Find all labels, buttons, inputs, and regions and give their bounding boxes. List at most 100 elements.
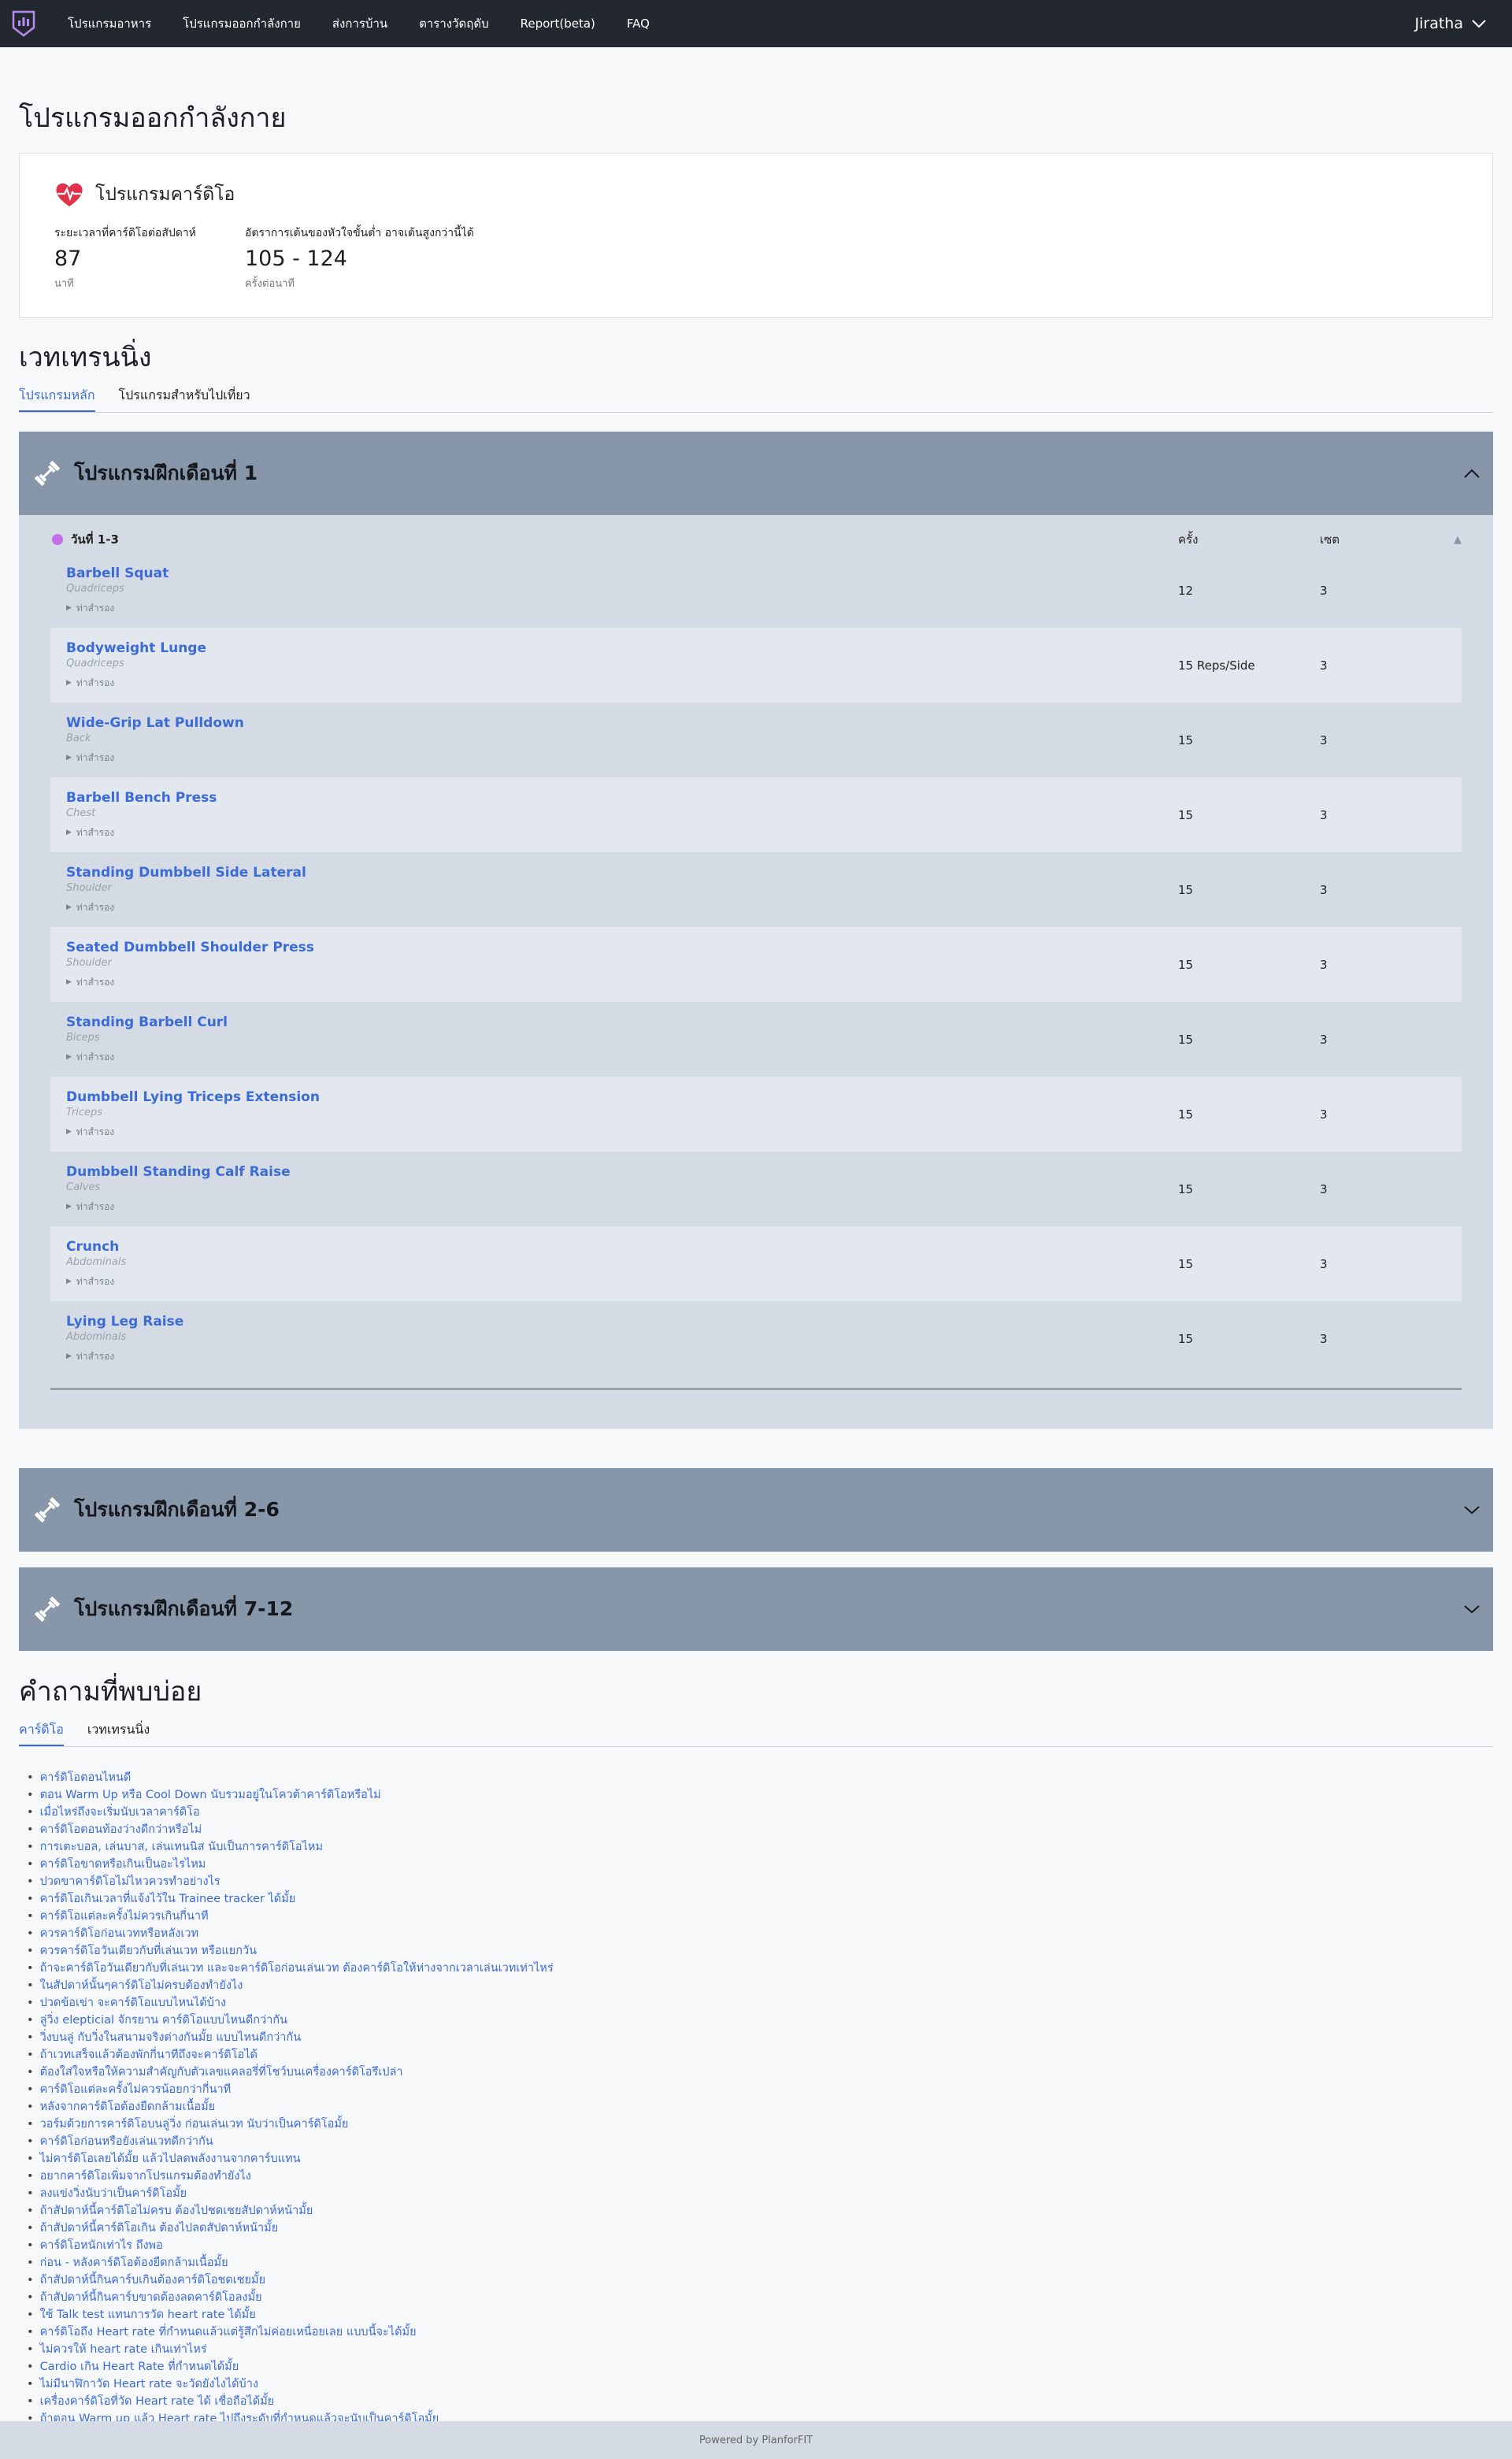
faq-item-link[interactable]: ลู่วิ่ง elepticial จักรยาน คาร์ดิโอแบบไห… — [27, 2012, 1493, 2029]
faq-item-link[interactable]: ลงแข่งวิ่งนับว่าเป็นคาร์ดิโอมั้ย — [27, 2185, 1493, 2202]
month-7-12-header[interactable]: โปรแกรมฝึกเดือนที่ 7-12 — [19, 1567, 1493, 1651]
tab-travel-program[interactable]: โปรแกรมสำหรับไปเที่ยว — [119, 386, 250, 412]
faq-item-link[interactable]: คาร์ดิโอขาดหรือเกินเป็นอะไรไหม — [27, 1856, 1493, 1873]
faq-item-link[interactable]: ต้องใส่ใจหรือให้ความสำคัญกับตัวเลขแคลอรี… — [27, 2064, 1493, 2081]
faq-item-link[interactable]: ก่อน - หลังคาร์ดิโอต้องยืดกล้ามเนื้อมั้ย — [27, 2254, 1493, 2272]
faq-item-link[interactable]: ปวดขาคาร์ดิโอไม่ไหวควรทำอย่างไร — [27, 1873, 1493, 1890]
faq-item-link[interactable]: ใช้ Talk test แทนการวัด heart rate ได้มั… — [27, 2306, 1493, 2324]
exercise-name-link[interactable]: Dumbbell Standing Calf Raise — [66, 1164, 1178, 1180]
alternative-toggle[interactable]: ▶ ท่าสำรอง — [66, 1274, 1178, 1289]
alternative-toggle[interactable]: ▶ ท่าสำรอง — [66, 975, 1178, 990]
faq-item-link[interactable]: ถ้าสัปดาห์นี้กินคาร์บเกินต้องคาร์ดิโอชดเ… — [27, 2272, 1493, 2289]
month-1-header[interactable]: โปรแกรมฝึกเดือนที่ 1 — [19, 432, 1493, 515]
faq-item-link[interactable]: ถ้าจะคาร์ดิโอวันเดียวกับที่เล่นเวท และจะ… — [27, 1960, 1493, 1977]
alternative-label: ท่าสำรอง — [76, 1126, 115, 1137]
caret-right-icon: ▶ — [66, 829, 72, 836]
exercise-reps: 15 — [1178, 1331, 1194, 1346]
faq-item-link[interactable]: หลังจากคาร์ดิโอต้องยืดกล้ามเนื้อมั้ย — [27, 2098, 1493, 2116]
alternative-toggle[interactable]: ▶ ท่าสำรอง — [66, 900, 1178, 915]
chevron-down-icon — [1472, 20, 1486, 28]
faq-item-link[interactable]: ปวดข้อเข่า จะคาร์ดิโอแบบไหนได้บ้าง — [27, 1994, 1493, 2012]
faq-item-link[interactable]: คาร์ดิโอตอนท้องว่างดีกว่าหรือไม่ — [27, 1821, 1493, 1838]
exercise-name-link[interactable]: Dumbbell Lying Triceps Extension — [66, 1089, 1178, 1105]
faq-item-link[interactable]: คาร์ดิโอเกินเวลาที่แจ้งไว้ใน Trainee tra… — [27, 1890, 1493, 1908]
faq-item-link[interactable]: วอร์มด้วยการคาร์ดิโอบนลู่วิ่ง ก่อนเล่นเว… — [27, 2116, 1493, 2133]
faq-item-link[interactable]: คาร์ดิโอถึง Heart rate ที่กำหนดแล้วแต่รู… — [27, 2324, 1493, 2341]
exercise-reps: 15 — [1178, 1107, 1194, 1122]
exercise-name-link[interactable]: Crunch — [66, 1239, 1178, 1255]
app-logo-icon[interactable] — [11, 9, 36, 38]
faq-item-link[interactable]: เมื่อไหร่ถึงจะเริ่มนับเวลาคาร์ดิโอ — [27, 1804, 1493, 1821]
caret-up-icon[interactable]: ▲ — [1430, 534, 1462, 546]
caret-right-icon: ▶ — [66, 679, 72, 687]
exercise-reps: 15 — [1178, 1181, 1194, 1196]
exercise-reps: 15 — [1178, 1256, 1194, 1271]
faq-item-link[interactable]: ถ้าสัปดาห์นี้คาร์ดิโอไม่ครบ ต้องไปชดเชยส… — [27, 2202, 1493, 2220]
tab-faq-cardio[interactable]: คาร์ดิโอ — [19, 1720, 64, 1746]
faq-item-link[interactable]: คาร์ดิโอตอนไหนดี — [27, 1769, 1493, 1786]
nav-link-measurements[interactable]: ตารางวัดฤดับ — [419, 14, 488, 33]
nav-link-faq[interactable]: FAQ — [627, 17, 650, 31]
faq-item-link[interactable]: ถ้าสัปดาห์นี้คาร์ดิโอเกิน ต้องไปลดสัปดาห… — [27, 2220, 1493, 2237]
weight-tabs: โปรแกรมหลัก โปรแกรมสำหรับไปเที่ยว — [19, 386, 1493, 413]
faq-item-link[interactable]: วิ่งบนลู่ กับวิ่งในสนามจริงต่างกันมั้ย แ… — [27, 2029, 1493, 2046]
exercise-row: Standing Barbell Curl Biceps ▶ ท่าสำรอง 15 3 — [50, 1002, 1462, 1077]
faq-item-link[interactable]: ในสัปดาห์นั้นๆคาร์ดิโอไม่ครบต้องทำยังไง — [27, 1977, 1493, 1994]
faq-item-link[interactable]: ตอน Warm Up หรือ Cool Down นับรวมอยู่ในโ… — [27, 1786, 1493, 1804]
exercise-name-link[interactable]: Standing Barbell Curl — [66, 1014, 1178, 1030]
nav-link-exercise-program[interactable]: โปรแกรมออกกำลังกาย — [183, 14, 301, 33]
nav-link-food-program[interactable]: โปรแกรมอาหาร — [68, 14, 151, 33]
faq-list: คาร์ดิโอตอนไหนดีตอน Warm Up หรือ Cool Do… — [19, 1769, 1493, 2427]
faq-item-link[interactable]: คาร์ดิโอก่อนหรือยังเล่นเวทดีกว่ากัน — [27, 2133, 1493, 2150]
faq-item-link[interactable]: ควรคาร์ดิโอวันเดียวกับที่เล่นเวท หรือแยก… — [27, 1942, 1493, 1960]
exercise-name-link[interactable]: Standing Dumbbell Side Lateral — [66, 865, 1178, 881]
exercise-row: Barbell Bench Press Chest ▶ ท่าสำรอง 15 3 — [50, 777, 1462, 852]
alternative-toggle[interactable]: ▶ ท่าสำรอง — [66, 825, 1178, 840]
alternative-label: ท่าสำรอง — [76, 1200, 115, 1212]
nav-link-homework[interactable]: ส่งการบ้าน — [332, 14, 387, 33]
exercise-sets: 3 — [1320, 583, 1328, 598]
exercise-muscle: Back — [66, 732, 91, 744]
page-title: โปรแกรมออกกำลังกาย — [19, 102, 287, 134]
tab-main-program[interactable]: โปรแกรมหลัก — [19, 386, 95, 412]
alternative-toggle[interactable]: ▶ ท่าสำรอง — [66, 1349, 1178, 1364]
exercise-name-link[interactable]: Barbell Squat — [66, 566, 1178, 581]
month-2-6-header[interactable]: โปรแกรมฝึกเดือนที่ 2-6 — [19, 1468, 1493, 1552]
alternative-toggle[interactable]: ▶ ท่าสำรอง — [66, 601, 1178, 616]
faq-item-link[interactable]: การเตะบอล, เล่นบาส, เล่นเทนนิส นับเป็นกา… — [27, 1838, 1493, 1856]
cardio-title: โปรแกรมคาร์ดิโอ — [95, 184, 235, 205]
alternative-toggle[interactable]: ▶ ท่าสำรอง — [66, 1200, 1178, 1215]
exercise-muscle: Quadriceps — [66, 582, 124, 595]
tab-faq-weight[interactable]: เวทเทรนนิ่ง — [87, 1720, 150, 1746]
chevron-up-icon[interactable] — [1463, 468, 1480, 479]
alternative-toggle[interactable]: ▶ ท่าสำรอง — [66, 751, 1178, 766]
exercise-name-link[interactable]: Bodyweight Lunge — [66, 640, 1178, 656]
chevron-down-icon[interactable] — [1463, 1604, 1480, 1615]
faq-item-link[interactable]: คาร์ดิโอแต่ละครั้งไม่ควรเกินกี่นาที — [27, 1908, 1493, 1925]
day-header-row[interactable]: วันที่ 1-3 ครั้ง เซต ▲ — [50, 526, 1462, 553]
exercise-name-link[interactable]: Lying Leg Raise — [66, 1314, 1178, 1330]
faq-item-link[interactable]: ถ้าสัปดาห์นี้กินคาร์บขาดต้องลดคาร์ดิโอลง… — [27, 2289, 1493, 2306]
faq-item-link[interactable]: อยากคาร์ดิโอเพิ่มจากโปรแกรมต้องทำยังไง — [27, 2168, 1493, 2185]
faq-item-link[interactable]: เครื่องคาร์ดิโอที่วัด Heart rate ได้ เชื… — [27, 2393, 1493, 2410]
alternative-toggle[interactable]: ▶ ท่าสำรอง — [66, 676, 1178, 691]
nav-link-report[interactable]: Report(beta) — [521, 17, 595, 31]
exercise-name-link[interactable]: Barbell Bench Press — [66, 790, 1178, 806]
faq-item-link[interactable]: Cardio เกิน Heart Rate ที่กำหนดได้มั้ย — [27, 2358, 1493, 2376]
user-menu[interactable]: Jiratha — [1415, 15, 1487, 32]
dumbbell-icon — [35, 1497, 60, 1523]
alternative-toggle[interactable]: ▶ ท่าสำรอง — [66, 1125, 1178, 1140]
faq-item-link[interactable]: คาร์ดิโอหนักเท่าไร ถึงพอ — [27, 2237, 1493, 2254]
faq-item-link[interactable]: ควรคาร์ดิโอก่อนเวทหรือหลังเวท — [27, 1925, 1493, 1942]
faq-item-link[interactable]: ไม่คาร์ดิโอเลยได้มั้ย แล้วไปลดพลังงานจาก… — [27, 2150, 1493, 2168]
chevron-down-icon[interactable] — [1463, 1504, 1480, 1515]
faq-item-link[interactable]: ไม่มีนาฬิกาวัด Heart rate จะวัดยังไงได้บ… — [27, 2376, 1493, 2393]
sets-column-header: เซต — [1320, 532, 1340, 547]
faq-item-link[interactable]: ถ้าเวทเสร็จแล้วต้องพักกี่นาทีถึงจะคาร์ดิ… — [27, 2046, 1493, 2064]
exercise-name-link[interactable]: Wide-Grip Lat Pulldown — [66, 715, 1178, 731]
faq-item-link[interactable]: ไม่ควรให้ heart rate เกินเท่าไหร่ — [27, 2341, 1493, 2358]
exercise-name-link[interactable]: Seated Dumbbell Shoulder Press — [66, 940, 1178, 955]
alternative-toggle[interactable]: ▶ ท่าสำรอง — [66, 1050, 1178, 1065]
faq-item-link[interactable]: คาร์ดิโอแต่ละครั้งไม่ควรน้อยกว่ากี่นาที — [27, 2081, 1493, 2098]
exercise-sets: 3 — [1320, 733, 1328, 747]
